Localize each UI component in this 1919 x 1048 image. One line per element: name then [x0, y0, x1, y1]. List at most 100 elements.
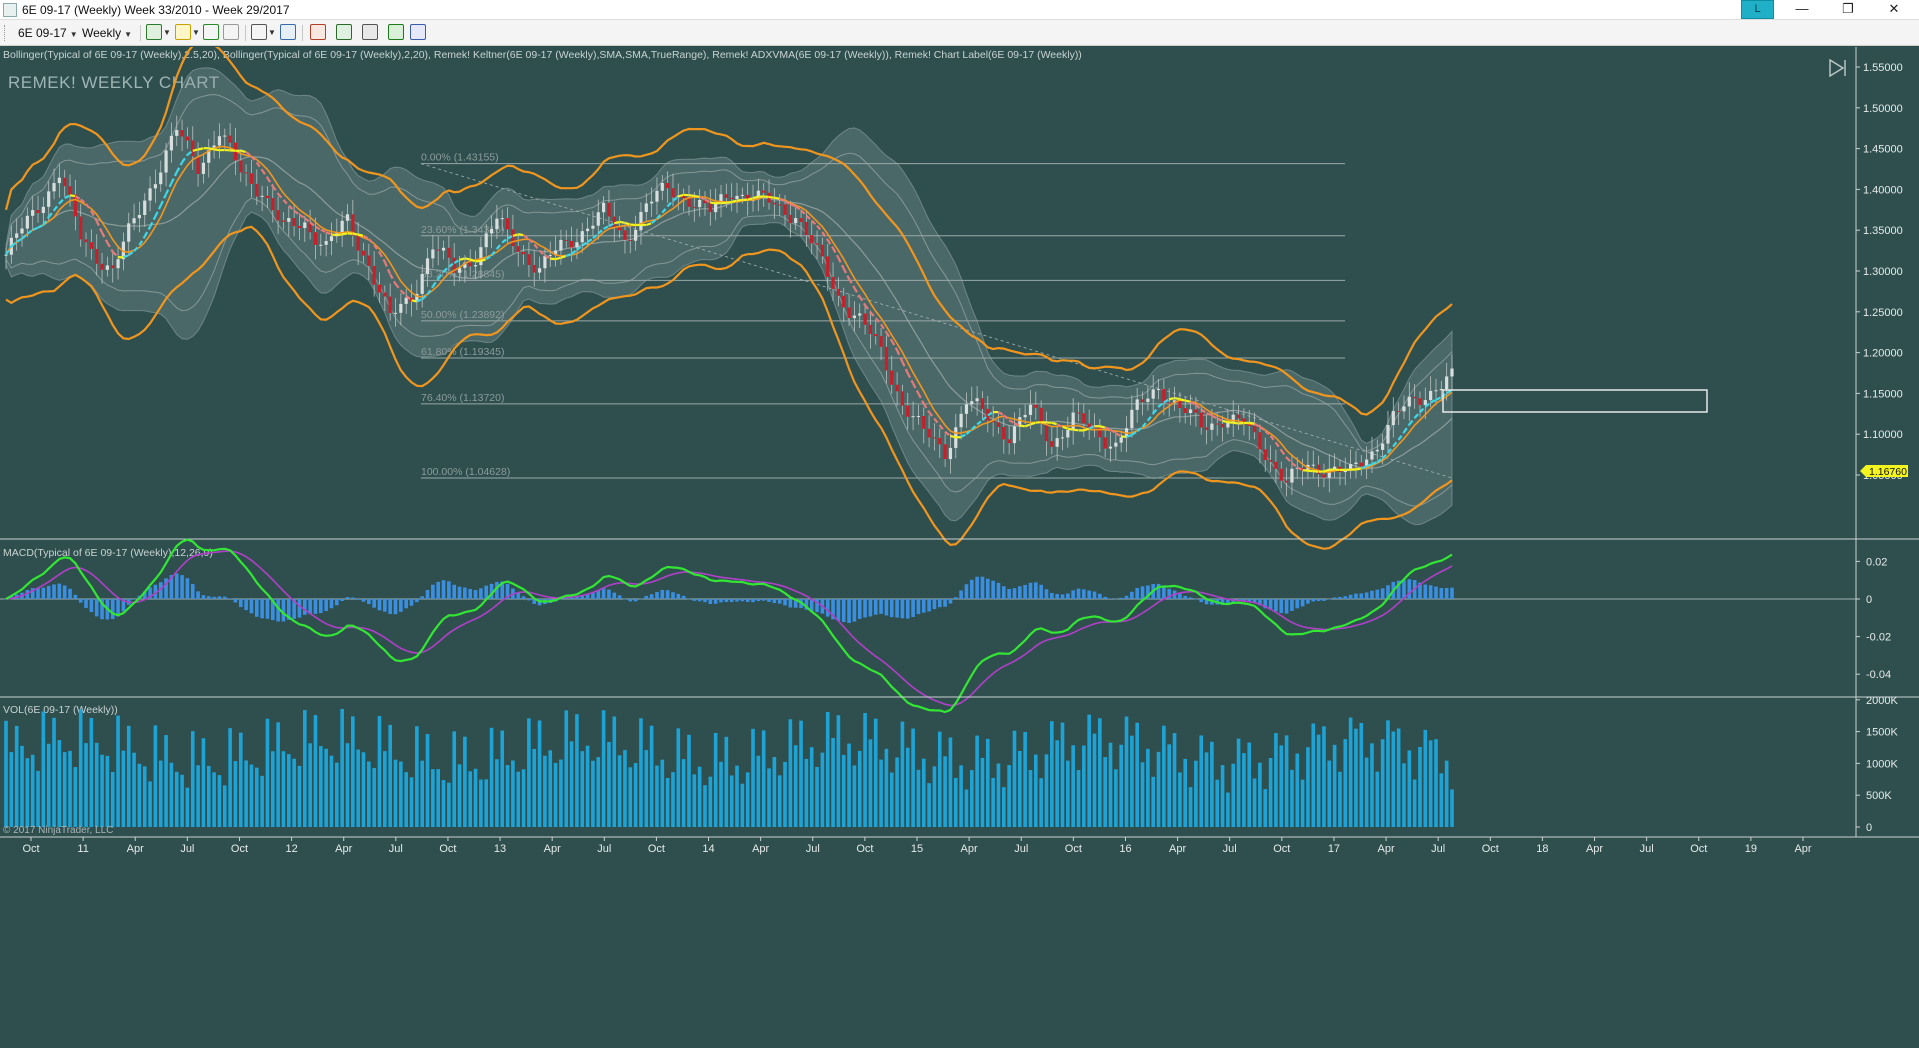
adxvma-segment	[624, 221, 631, 226]
adxvma-segment	[341, 232, 348, 236]
price-bar-body	[916, 415, 921, 417]
macd-histogram-bar	[238, 599, 243, 608]
macd-histogram-bar	[324, 599, 328, 612]
chevron-down-icon[interactable]: ▼	[268, 28, 276, 37]
account-badge[interactable]: L	[1741, 0, 1774, 19]
data-box-icon[interactable]	[410, 24, 426, 40]
price-bar-body	[1082, 413, 1086, 424]
volume-bar	[1098, 718, 1102, 827]
zoom-icon[interactable]	[280, 24, 296, 40]
volume-bar	[809, 747, 814, 827]
adxvma-segment	[352, 232, 359, 236]
volume-bar	[863, 712, 867, 827]
macd-histogram-bar	[1444, 587, 1449, 599]
time-axis[interactable]: Oct 11 Apr Jul Oct 12 Apr Jul Oct 13 Apr Jul Oct 14 Ap…	[22, 837, 1812, 855]
macd-histogram-bar	[900, 599, 905, 619]
macd-histogram-bar	[388, 599, 392, 614]
time-tick-label: Oct	[22, 843, 39, 855]
price-bar-body	[399, 303, 403, 313]
draw-pencil-icon[interactable]	[175, 24, 191, 40]
chart-label-box[interactable]	[1442, 389, 1708, 413]
dollar-icon[interactable]	[388, 24, 404, 40]
chart-canvas[interactable]: Bollinger(Typical of 6E 09-17 (Weekly),2…	[0, 47, 1919, 1048]
volume-bar	[100, 754, 104, 827]
toolbar-grip[interactable]	[4, 25, 7, 41]
macd-histogram-bar	[457, 586, 462, 599]
pointer-icon[interactable]	[251, 24, 267, 40]
price-axis[interactable]: 1.55000 1.50000 1.45000 1.40000 1.35000 1.300…	[1856, 62, 1903, 482]
macd-histogram-bar	[943, 599, 947, 607]
chevron-down-icon[interactable]: ▼	[192, 28, 200, 37]
crosshair-icon[interactable]	[203, 24, 219, 40]
price-bar-body	[127, 223, 131, 242]
volume-bar	[713, 732, 718, 827]
price-bar-body	[569, 240, 574, 248]
properties-icon[interactable]	[310, 24, 326, 40]
adxvma-segment	[331, 233, 337, 237]
macd-histogram-bar	[1082, 589, 1086, 599]
macd-histogram-bar	[1370, 590, 1374, 599]
price-bar-body	[708, 203, 712, 213]
hand-icon[interactable]	[223, 24, 239, 40]
macd-histogram-bar	[521, 596, 526, 599]
indicators-label[interactable]: Bollinger(Typical of 6E 09-17 (Weekly),2…	[3, 49, 1082, 61]
macd-histogram-bar	[1018, 586, 1022, 599]
volume-bar	[1199, 735, 1204, 827]
macd-histogram-bar	[617, 595, 622, 599]
volume-panel[interactable]: VOL(6E 09-17 (Weekly)) 2000K 1500K 1000K 50…	[3, 695, 1898, 836]
price-bar-body	[895, 384, 899, 392]
macd-axis[interactable]: 0.02 0 -0.02 -0.04	[1856, 556, 1891, 681]
macd-histogram-bar	[921, 599, 926, 613]
macd-histogram-bar	[857, 599, 862, 619]
volume-bar	[431, 769, 435, 827]
macd-histogram-bar	[399, 599, 403, 612]
volume-bar	[959, 765, 963, 827]
volume-bar	[532, 748, 537, 827]
volume-bar	[1450, 789, 1454, 827]
price-bar-body	[132, 218, 136, 224]
volume-axis[interactable]: 2000K 1500K 1000K 500K 0	[1856, 695, 1898, 834]
price-bar-body	[303, 222, 307, 229]
volume-bar	[623, 750, 627, 827]
instrument-selector[interactable]: 6E 09-17 ▼	[18, 26, 78, 40]
volume-bar	[468, 771, 473, 827]
price-tick-label: 1.45000	[1863, 144, 1903, 156]
macd-histogram-bar	[751, 599, 755, 603]
macd-histogram-bar	[905, 599, 910, 619]
price-bar-body	[826, 256, 830, 277]
macd-histogram-bar	[1183, 595, 1188, 599]
volume-bar	[1034, 754, 1038, 827]
price-bar-body	[1370, 451, 1374, 460]
macd-histogram-bar	[1450, 587, 1454, 599]
price-bar-body	[1114, 442, 1118, 447]
macd-panel[interactable]: MACD(Typical of 6E 09-17 (Weekly),12,26,…	[0, 538, 1891, 714]
restore-button[interactable]: ❐	[1825, 0, 1871, 20]
price-bar-body	[1226, 422, 1230, 428]
interval-selector[interactable]: Weekly ▼	[82, 26, 132, 40]
scroll-to-end-icon[interactable]	[1826, 57, 1850, 79]
bar-style-icon[interactable]	[146, 24, 162, 40]
volume-bar	[14, 725, 19, 827]
close-button[interactable]: ✕	[1871, 0, 1917, 20]
indicators-icon[interactable]	[336, 24, 352, 40]
macd-histogram-bar	[62, 585, 67, 599]
price-bar-body	[516, 246, 520, 252]
time-tick-label: Jul	[1014, 843, 1028, 855]
time-tick-label: Oct	[1482, 843, 1499, 855]
volume-bar	[1375, 771, 1380, 827]
strategies-icon[interactable]	[362, 24, 378, 40]
macd-histogram-bar	[1359, 593, 1364, 599]
macd-histogram-bar	[687, 598, 691, 600]
volume-bar	[57, 740, 62, 827]
price-panel[interactable]: Bollinger(Typical of 6E 09-17 (Weekly),2…	[3, 47, 1908, 550]
volume-bar	[1258, 762, 1262, 827]
volume-bar	[1402, 763, 1406, 827]
volume-bar	[1156, 751, 1161, 827]
fib-level-label: 61.80% (1.19345)	[421, 346, 504, 358]
volume-bar	[969, 770, 974, 827]
minimize-button[interactable]: —	[1779, 0, 1825, 20]
volume-bar	[452, 731, 457, 827]
volume-bar	[1119, 744, 1123, 827]
volume-bar	[1300, 779, 1305, 827]
chevron-down-icon[interactable]: ▼	[163, 28, 171, 37]
